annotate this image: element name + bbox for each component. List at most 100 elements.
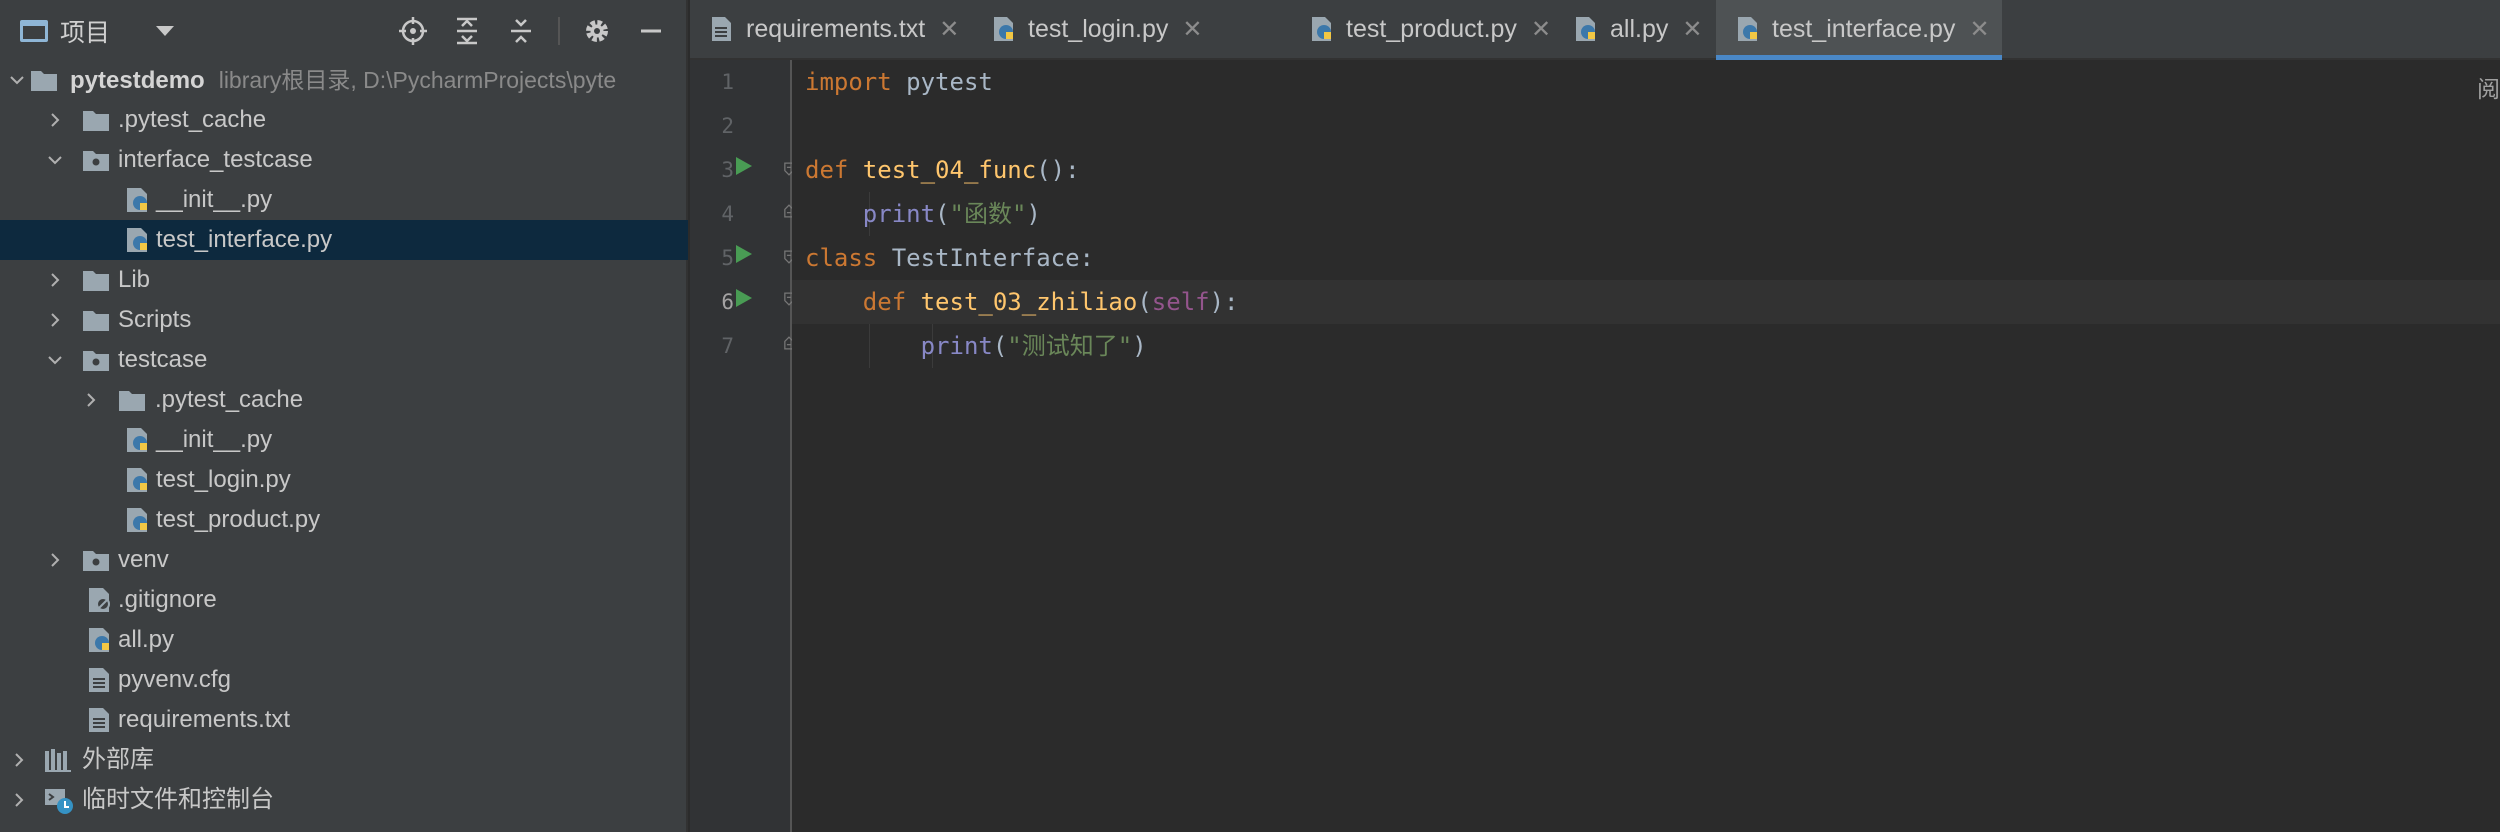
- code-token: ): [1132, 332, 1147, 360]
- code-token: def: [805, 156, 863, 184]
- run-test-icon[interactable]: [736, 157, 752, 175]
- run-test-icon[interactable]: [736, 245, 752, 263]
- close-icon[interactable]: ✕: [1531, 15, 1551, 44]
- line-number: 7: [721, 334, 734, 358]
- tree-item-label: Lib: [118, 266, 151, 293]
- tree-item-label: pyvenv.cfg: [118, 666, 231, 693]
- chevron-right-icon[interactable]: [40, 540, 70, 580]
- code-token: ):: [1209, 288, 1239, 316]
- tree-item-testcase-pytest-cache[interactable]: .pytest_cache: [0, 380, 688, 420]
- code-token: print: [862, 200, 936, 228]
- tree-item-label: .pytest_cache: [155, 386, 304, 413]
- python-file-icon: [992, 16, 1016, 42]
- tree-item-test-product-py[interactable]: test_product.py: [0, 500, 688, 540]
- text-file-icon: [86, 707, 114, 733]
- tree-item-label: Scripts: [118, 306, 192, 333]
- tree-item-all-py[interactable]: all.py: [0, 620, 688, 660]
- code-line-5: class TestInterface:: [792, 236, 2500, 280]
- code-editor[interactable]: import pytest def test_04_func(): print(…: [792, 60, 2500, 832]
- code-token: "测试知了": [1007, 332, 1133, 360]
- tree-item-label: testcase: [118, 346, 208, 373]
- folder-icon: [118, 387, 146, 413]
- chevron-right-icon[interactable]: [4, 780, 34, 820]
- tree-item-label: pytestdemo: [70, 67, 205, 94]
- code-token: self: [1151, 288, 1210, 316]
- close-icon[interactable]: ✕: [939, 15, 959, 44]
- tree-item-testcase-init-py[interactable]: __init__.py: [0, 420, 688, 460]
- chevron-right-icon[interactable]: [4, 740, 34, 780]
- project-tool-window: 项目 pytestdemo library根目录, D:\PycharmProj…: [0, 0, 688, 832]
- python-file-icon: [1310, 16, 1334, 42]
- code-line-4: print("函数"): [792, 192, 2500, 236]
- tree-item-init-py[interactable]: __init__.py: [0, 180, 688, 220]
- chevron-right-icon[interactable]: [40, 300, 70, 340]
- expand-all-icon[interactable]: [450, 14, 484, 48]
- code-token: def: [862, 288, 921, 316]
- close-icon[interactable]: ✕: [1969, 15, 1989, 44]
- python-file-icon: [86, 627, 114, 653]
- reader-mode-label[interactable]: 阅: [2477, 70, 2500, 104]
- tree-item-label: test_product.py: [156, 506, 321, 533]
- chevron-down-icon[interactable]: [40, 340, 70, 380]
- locate-icon[interactable]: [396, 14, 430, 48]
- code-token: class: [805, 244, 892, 272]
- run-test-icon[interactable]: [736, 289, 752, 307]
- chevron-down-icon[interactable]: [156, 26, 175, 36]
- tree-item-testcase[interactable]: testcase: [0, 340, 688, 380]
- tree-item-scripts[interactable]: Scripts: [0, 300, 688, 340]
- tree-item-scratches-and-consoles[interactable]: 临时文件和控制台: [0, 780, 688, 820]
- project-view-selector[interactable]: 项目: [20, 14, 175, 48]
- tree-item-venv[interactable]: venv: [0, 540, 688, 580]
- tree-item-label: __init__.py: [156, 186, 273, 213]
- python-file-icon: [1574, 16, 1598, 42]
- folder-icon: [82, 107, 110, 133]
- tree-item-requirements-txt[interactable]: requirements.txt: [0, 700, 688, 740]
- line-number: 5: [721, 246, 734, 270]
- tab-label: requirements.txt: [746, 14, 926, 43]
- line-number: 1: [721, 70, 734, 94]
- tree-item-label: __init__.py: [156, 426, 273, 453]
- chevron-right-icon[interactable]: [76, 380, 106, 420]
- editor-gutter[interactable]: 1 2 3 4 5 6 7: [690, 60, 794, 832]
- code-token: TestInterface:: [891, 244, 1094, 272]
- folder-icon: [82, 267, 110, 293]
- code-token: print: [920, 332, 993, 360]
- tree-item-interface-testcase[interactable]: interface_testcase: [0, 140, 688, 180]
- chevron-right-icon[interactable]: [40, 100, 70, 140]
- project-window-icon: [20, 20, 48, 42]
- scratches-icon: [44, 787, 73, 814]
- tree-item-pytest-cache[interactable]: .pytest_cache: [0, 100, 688, 140]
- tree-item-gitignore[interactable]: .gitignore: [0, 580, 688, 620]
- tree-item-label: venv: [118, 546, 169, 573]
- line-number: 4: [721, 202, 734, 226]
- python-file-icon: [124, 427, 152, 453]
- tab-test-interface-py[interactable]: test_interface.py ✕: [1716, 0, 2002, 60]
- tab-test-product-py[interactable]: test_product.py ✕: [1290, 0, 1554, 58]
- tree-item-pyvenv-cfg[interactable]: pyvenv.cfg: [0, 660, 688, 700]
- project-panel-header: 项目: [0, 0, 686, 62]
- ignore-file-icon: [86, 587, 114, 613]
- tree-item-pytestdemo[interactable]: pytestdemo library根目录, D:\PycharmProjects…: [0, 60, 688, 100]
- tree-item-lib[interactable]: Lib: [0, 260, 688, 300]
- tree-item-test-login-py[interactable]: test_login.py: [0, 460, 688, 500]
- package-folder-icon: [82, 347, 110, 373]
- tree-item-test-interface-py[interactable]: test_interface.py: [0, 220, 688, 260]
- chevron-down-icon[interactable]: [40, 140, 70, 180]
- close-icon[interactable]: ✕: [1182, 15, 1202, 44]
- text-file-icon: [710, 16, 734, 42]
- code-token: (: [1137, 288, 1152, 316]
- chevron-right-icon[interactable]: [40, 260, 70, 300]
- chevron-down-icon[interactable]: [2, 60, 32, 100]
- close-icon[interactable]: ✕: [1682, 15, 1702, 44]
- tree-item-label: test_login.py: [156, 466, 291, 493]
- collapse-all-icon[interactable]: [504, 14, 538, 48]
- gear-icon[interactable]: [580, 14, 614, 48]
- tree-item-external-libraries[interactable]: 外部库: [0, 740, 688, 780]
- code-token: "函数": [949, 200, 1027, 228]
- code-token: test_04_func: [862, 156, 1037, 184]
- tab-requirements-txt[interactable]: requirements.txt ✕: [690, 0, 972, 58]
- tab-test-login-py[interactable]: test_login.py ✕: [972, 0, 1290, 58]
- tab-all-py[interactable]: all.py ✕: [1554, 0, 1708, 58]
- minimize-icon[interactable]: [634, 14, 668, 48]
- python-file-icon: [124, 507, 152, 533]
